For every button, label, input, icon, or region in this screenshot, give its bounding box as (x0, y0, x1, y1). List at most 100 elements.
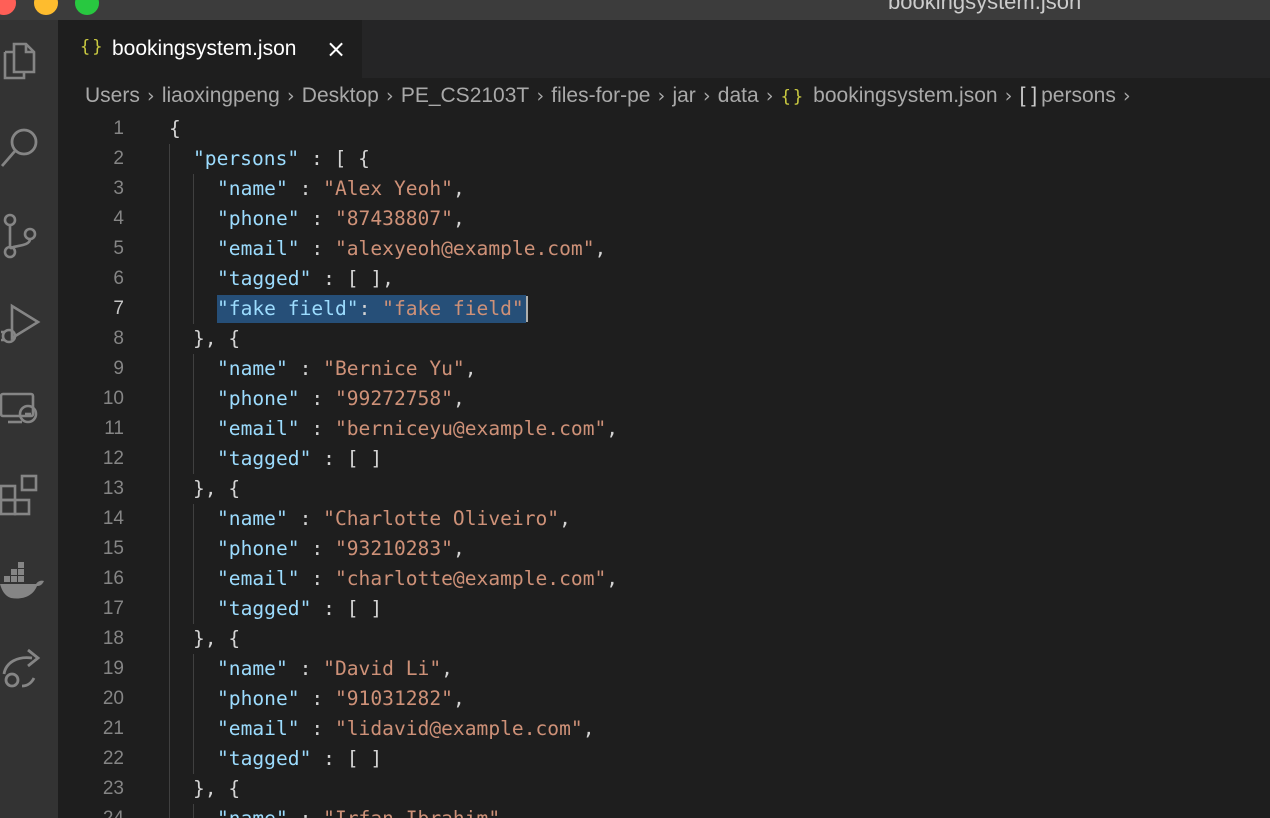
json-punctuation: , (452, 177, 465, 200)
extensions-icon[interactable] (0, 472, 50, 522)
code-text: }, { (193, 774, 240, 804)
breadcrumb-item-files-for-pe[interactable]: files-for-pe (551, 84, 650, 107)
code-line[interactable]: 15 "phone" : "93210283", (58, 534, 1270, 564)
json-string: "Irfan Ibrahim" (323, 807, 500, 818)
json-punctuation: : (287, 177, 324, 200)
json-key: "email" (217, 417, 300, 440)
json-punctuation: , (606, 417, 619, 440)
tab-bookingsystem-json[interactable]: {} bookingsystem.json × (58, 20, 362, 79)
docker-icon[interactable] (0, 560, 50, 610)
json-punctuation: : (358, 297, 383, 320)
title-bar: bookingsystem.json (0, 0, 1270, 20)
json-key: "phone" (217, 387, 300, 410)
explorer-icon[interactable] (0, 32, 50, 82)
text-cursor (525, 296, 528, 322)
json-key: "email" (217, 717, 300, 740)
json-punctuation: : [ ] (311, 747, 383, 770)
code-text: "name" : "Alex Yeoh", (217, 174, 465, 204)
code-text: "email" : "alexyeoh@example.com", (217, 234, 606, 264)
code-line[interactable]: 16 "email" : "charlotte@example.com", (58, 564, 1270, 594)
json-punctuation: : (299, 417, 335, 440)
code-line[interactable]: 19 "name" : "David Li", (58, 654, 1270, 684)
json-punctuation: , (452, 207, 465, 230)
minimize-window-button[interactable] (34, 0, 58, 15)
json-string: "berniceyu@example.com" (334, 417, 607, 440)
breadcrumb-item-pe-cs2103t[interactable]: PE_CS2103T (401, 84, 529, 107)
json-punctuation: : [ ], (311, 267, 394, 290)
json-key: "name" (217, 657, 288, 680)
code-line[interactable]: 7 "fake field": "fake field" (58, 294, 1270, 324)
json-punctuation: , (606, 567, 619, 590)
code-line[interactable]: 13}, { (58, 474, 1270, 504)
source-control-icon[interactable] (0, 210, 50, 260)
line-number: 3 (113, 178, 124, 199)
json-punctuation: : (287, 657, 324, 680)
code-line[interactable]: 14 "name" : "Charlotte Oliveiro", (58, 504, 1270, 534)
breadcrumb-item-liaoxingpeng[interactable]: liaoxingpeng (162, 84, 280, 107)
line-number: 21 (102, 718, 124, 739)
json-string: "Alex Yeoh" (323, 177, 453, 200)
code-text: "name" : "Irfan Ibrahim", (217, 804, 512, 818)
breadcrumb-item-file[interactable]: {} bookingsystem.json (781, 84, 998, 107)
json-punctuation: { (169, 117, 181, 140)
code-line[interactable]: 3 "name" : "Alex Yeoh", (58, 174, 1270, 204)
code-line[interactable]: 9 "name" : "Bernice Yu", (58, 354, 1270, 384)
breadcrumb-chevron-icon: › (536, 85, 545, 107)
close-icon[interactable]: × (326, 35, 346, 63)
json-punctuation: , (594, 237, 607, 260)
json-punctuation: , (464, 357, 477, 380)
code-line[interactable]: 24 "name" : "Irfan Ibrahim", (58, 804, 1270, 818)
json-punctuation: , (452, 387, 465, 410)
json-key: "phone" (217, 687, 300, 710)
line-number: 8 (113, 328, 124, 349)
line-number: 20 (102, 688, 124, 709)
json-punctuation: , (582, 717, 595, 740)
code-editor[interactable]: 1{2 "persons" : [ { 3 "name" : "Alex Yeoh",… (58, 116, 1270, 818)
breadcrumb-chevron-icon: › (386, 85, 394, 107)
remote-explorer-icon[interactable] (0, 386, 50, 436)
json-string: "David Li" (323, 657, 442, 680)
code-line[interactable]: 11 "email" : "berniceyu@example.com", (58, 414, 1270, 444)
json-punctuation: , (452, 687, 465, 710)
breadcrumb-item-jar[interactable]: jar (672, 84, 695, 107)
close-window-button[interactable] (0, 0, 16, 15)
run-debug-icon[interactable] (0, 298, 50, 348)
code-text: }, { (193, 474, 240, 504)
breadcrumb-item-desktop[interactable]: Desktop (302, 84, 379, 107)
code-line[interactable]: 2 "persons" : [ { (58, 144, 1270, 174)
zoom-window-button[interactable] (75, 0, 99, 15)
line-number: 22 (102, 748, 124, 769)
code-line[interactable]: 1{ (58, 116, 1270, 144)
code-text: "name" : "David Li", (217, 654, 453, 684)
code-line[interactable]: 17 "tagged" : [ ] (58, 594, 1270, 624)
json-string: "93210283" (334, 537, 453, 560)
line-number: 18 (102, 628, 124, 649)
code-line[interactable]: 5 "email" : "alexyeoh@example.com", (58, 234, 1270, 264)
code-line[interactable]: 10 "phone" : "99272758", (58, 384, 1270, 414)
line-number: 14 (102, 508, 124, 529)
json-punctuation: , (559, 507, 571, 530)
breadcrumb-item-data[interactable]: data (718, 84, 759, 107)
breadcrumb-item-symbol[interactable]: [ ] persons (1020, 84, 1116, 107)
code-line[interactable]: 20 "phone" : "91031282", (58, 684, 1270, 714)
json-punctuation: : [ { (299, 147, 370, 170)
code-line[interactable]: 22 "tagged" : [ ] (58, 744, 1270, 774)
code-line[interactable]: 8 }, { (58, 324, 1270, 354)
search-icon[interactable] (0, 122, 50, 172)
code-line[interactable]: 12 "tagged" : [ ] (58, 444, 1270, 474)
live-share-icon[interactable] (0, 644, 50, 694)
code-text: { (169, 116, 181, 144)
json-punctuation: }, { (193, 627, 241, 650)
json-key: "tagged" (217, 267, 312, 290)
code-line[interactable]: 18 }, { (58, 624, 1270, 654)
line-number: 16 (102, 568, 124, 589)
code-line[interactable]: 6 "tagged" : [ ], (58, 264, 1270, 294)
json-punctuation: }, { (193, 327, 241, 350)
code-line[interactable]: 21 "email" : "lidavid@example.com", (58, 714, 1270, 744)
code-line[interactable]: 4 "phone" : "87438807", (58, 204, 1270, 234)
json-string: "lidavid@example.com" (334, 717, 583, 740)
code-text: }, { (193, 624, 240, 654)
breadcrumb-item-users[interactable]: Users (85, 84, 140, 107)
code-line[interactable]: 23}, { (58, 774, 1270, 804)
code-text: "tagged" : [ ] (217, 444, 382, 474)
